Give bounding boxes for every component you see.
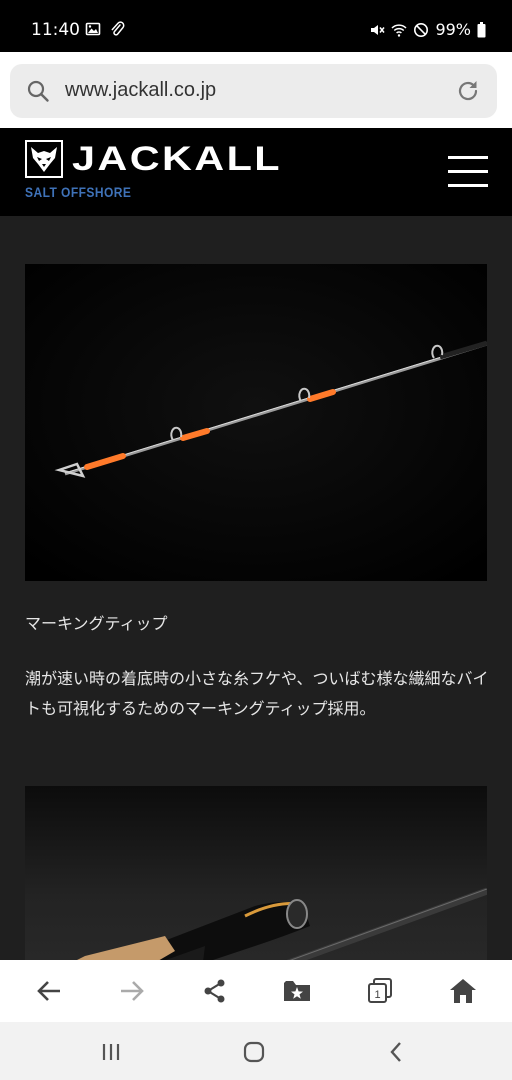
mute-icon [371,24,386,35]
status-time: 11:40 [31,20,80,40]
search-icon [27,80,49,102]
tabs-button[interactable]: 1 [360,971,400,1011]
browser-toolbar: 1 [0,960,512,1022]
wifi-icon [391,23,407,37]
status-left-icons [85,21,125,37]
feature-caption: マーキングティップ [25,614,168,633]
system-back-icon[interactable] [384,1039,410,1065]
jackall-wordmark: JACKALL [72,140,282,176]
url-field[interactable]: www.jackall.co.jp [10,64,497,118]
status-right: 99% [369,20,486,39]
browser-address-bar: www.jackall.co.jp [0,52,512,128]
share-button[interactable] [195,971,235,1011]
system-home-icon[interactable] [241,1039,267,1065]
feature-description: 潮が速い時の着底時の小さな糸フケや、ついばむ様な繊細なバイトも可視化するためのマ… [25,669,489,718]
reload-icon[interactable] [455,78,481,104]
site-subtitle[interactable]: SALT OFFSHORE [25,184,131,200]
home-icon [449,979,476,1003]
forward-button[interactable] [112,971,152,1011]
forward-arrow-icon [120,981,144,1001]
battery-percent: 99% [435,20,471,39]
marking-tip-rod-photo [25,264,487,581]
svg-text:JACKALL: JACKALL [72,140,282,176]
jackall-logo-icon[interactable] [25,140,63,178]
hamburger-menu-icon[interactable] [448,156,488,188]
svg-text:1: 1 [374,989,380,1001]
image-icon [85,22,101,36]
status-bar: 11:40 99% [0,0,512,52]
home-button[interactable] [443,971,483,1011]
rod-handle-photo [25,786,487,960]
bookmarks-button[interactable] [277,971,317,1011]
bookmarks-icon [284,981,311,1001]
recent-apps-icon[interactable] [98,1039,124,1065]
clip-icon [111,21,125,36]
back-button[interactable] [29,971,69,1011]
battery-icon [477,21,486,37]
main-content: マーキングティップ 潮が速い時の着底時の小さな糸フケや、ついばむ様な繊細なバイト… [0,216,512,960]
no-disturb-icon [414,22,429,37]
share-icon [204,979,225,1003]
site-header: JACKALL SALT OFFSHORE [0,128,512,216]
system-nav-bar [0,1022,512,1080]
tabs-icon: 1 [367,978,392,1003]
url-text: www.jackall.co.jp [65,79,217,101]
back-arrow-icon [37,981,61,1001]
